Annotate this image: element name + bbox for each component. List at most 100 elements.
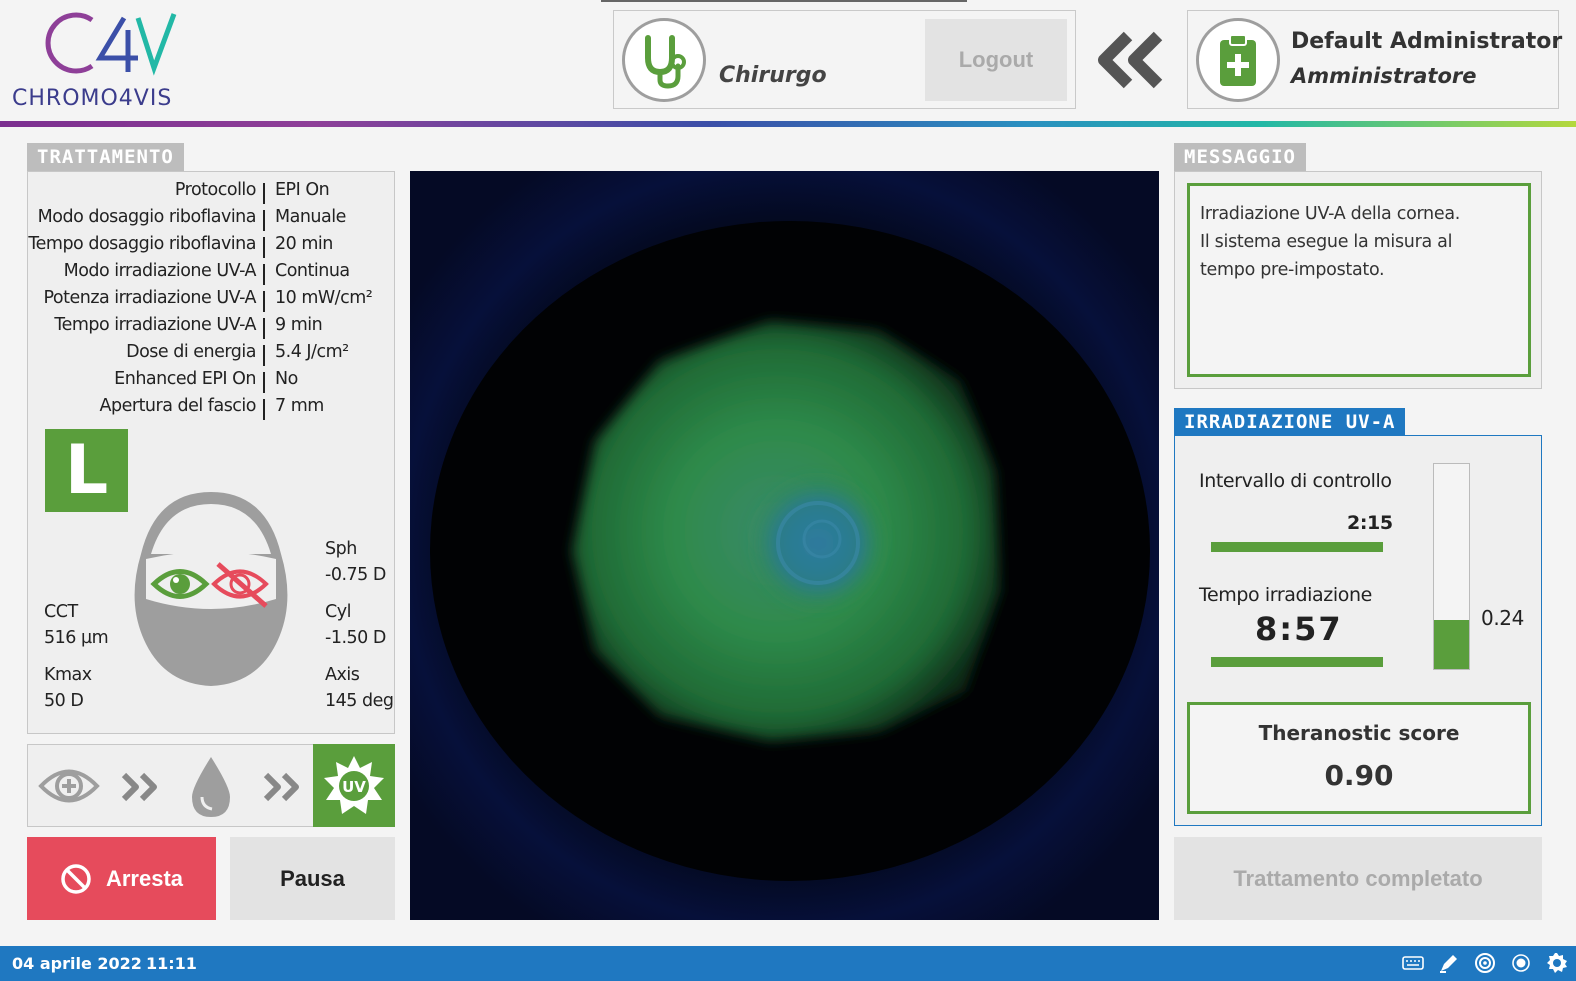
message-line: tempo pre-impostato.: [1200, 260, 1385, 280]
axis-label: Axis: [325, 665, 360, 685]
message-panel: Irradiazione UV-A della cornea. Il siste…: [1174, 171, 1542, 389]
keyboard-icon[interactable]: [1402, 952, 1424, 974]
c4v-logo-mark: [45, 12, 177, 76]
eye-plus-step-icon: [38, 769, 100, 803]
message-text-box: Irradiazione UV-A della cornea. Il siste…: [1187, 183, 1531, 377]
control-interval-label: Intervallo di controllo: [1199, 470, 1392, 492]
irradiation-tab: IRRADIAZIONE UV-A: [1174, 408, 1406, 436]
cornea-fluorescence-image: [410, 171, 1159, 920]
treatment-param-value: Manuale: [275, 207, 346, 227]
row-separator: [263, 345, 265, 366]
brand-name: CHROMO4VIS: [12, 86, 173, 111]
treatment-param-row: Tempo irradiazione UV-A 9 min: [28, 315, 394, 342]
back-double-chevron-icon[interactable]: [1096, 30, 1166, 90]
treatment-param-label: Modo dosaggio riboflavina: [37, 207, 257, 227]
row-separator: [263, 291, 265, 312]
eye-camera-view: [410, 171, 1159, 920]
stop-button-label: Arresta: [105, 865, 184, 891]
treatment-param-row: Enhanced EPI On No: [28, 369, 394, 396]
app-window: CHROMO4VIS Chirurgo Logout Default Admin…: [0, 0, 1576, 981]
treatment-param-row: Tempo dosaggio riboflavina 20 min: [28, 234, 394, 261]
surgeon-avatar: [622, 18, 706, 102]
surgeon-user-box: Chirurgo Logout: [613, 10, 1076, 109]
control-interval-value: 2:15: [1347, 512, 1393, 534]
treatment-param-label: Tempo dosaggio riboflavina: [28, 234, 256, 254]
sph-label: Sph: [325, 539, 357, 559]
dose-level-fill: [1434, 619, 1469, 669]
status-bar: 04 aprile 2022 11:11: [0, 946, 1576, 981]
cct-value: 516 µm: [44, 628, 109, 648]
row-separator: [263, 237, 265, 258]
pen-icon[interactable]: [1438, 952, 1460, 974]
treatment-param-row: Dose di energia 5.4 J/cm²: [28, 342, 394, 369]
uv-step-label: UV: [342, 778, 366, 796]
row-separator: [263, 372, 265, 393]
admin-avatar: [1196, 18, 1280, 102]
pause-button[interactable]: Pausa: [230, 837, 395, 920]
treatment-param-label: Enhanced EPI On: [114, 369, 256, 389]
treatment-param-label: Modo irradiazione UV-A: [63, 261, 257, 281]
header-gradient-divider: [0, 121, 1576, 127]
cct-readout: CCT 516 µm: [44, 599, 109, 651]
eye-side-badge: L: [45, 429, 128, 512]
treatment-tab: TRATTAMENTO: [27, 143, 184, 171]
treatment-param-row: Potenza irradiazione UV-A 10 mW/cm²: [28, 288, 394, 315]
cct-label: CCT: [44, 602, 78, 622]
message-tab: MESSAGGIO: [1174, 143, 1306, 171]
treatment-param-label: Apertura del fascio: [99, 396, 257, 416]
dose-level-value: 0.24: [1481, 606, 1524, 630]
riboflavin-drop-icon: [192, 757, 230, 817]
sph-readout: Sph -0.75 D: [325, 536, 386, 588]
chevron-right-double-icon: [121, 772, 157, 802]
stop-button[interactable]: Arresta: [27, 837, 216, 920]
row-separator: [263, 264, 265, 285]
treatment-param-label: Tempo irradiazione UV-A: [54, 315, 256, 335]
stethoscope-icon: [645, 35, 686, 89]
irradiation-time-progress: [1211, 657, 1383, 667]
treatment-param-value: No: [275, 369, 298, 389]
theranostic-score-value: 0.90: [1324, 759, 1394, 792]
cyl-label: Cyl: [325, 602, 351, 622]
treatment-completed-button[interactable]: Trattamento completato: [1174, 837, 1542, 920]
treatment-param-row: Modo dosaggio riboflavina Manuale: [28, 207, 394, 234]
row-separator: [263, 210, 265, 231]
cyl-readout: Cyl -1.50 D: [325, 599, 386, 651]
kmax-readout: Kmax 50 D: [44, 662, 92, 714]
irradiation-time-label: Tempo irradiazione: [1199, 584, 1372, 606]
settings-gear-icon[interactable]: [1546, 952, 1568, 974]
irradiation-panel: Intervallo di controllo 2:15 Tempo irrad…: [1174, 435, 1542, 826]
chevron-right-double-icon: [263, 772, 299, 802]
treatment-param-label: Potenza irradiazione UV-A: [43, 288, 256, 308]
treatment-param-value: 9 min: [275, 315, 323, 335]
theranostic-score-box: Theranostic score 0.90: [1187, 702, 1531, 814]
logout-button[interactable]: Logout: [925, 19, 1067, 101]
prohibited-icon: [61, 863, 91, 894]
theranostic-score-label: Theranostic score: [1258, 721, 1460, 745]
brightness-icon[interactable]: [1510, 952, 1532, 974]
brand-logo: CHROMO4VIS: [12, 8, 212, 112]
clipboard-medical-icon: [1220, 34, 1256, 86]
status-date: 04 aprile 2022: [12, 954, 142, 973]
kmax-label: Kmax: [44, 665, 92, 685]
status-icons: [1402, 952, 1568, 974]
dose-level-bar: [1433, 463, 1470, 670]
surgeon-role-label: Chirurgo: [719, 63, 827, 88]
irradiation-time-value: 8:57: [1255, 610, 1343, 648]
row-separator: [263, 399, 265, 420]
treatment-param-value: EPI On: [275, 180, 330, 200]
treatment-param-label: Dose di energia: [126, 342, 256, 362]
treatment-param-row: Modo irradiazione UV-A Continua: [28, 261, 394, 288]
target-icon[interactable]: [1474, 952, 1496, 974]
row-separator: [263, 183, 265, 204]
admin-role: Amministratore: [1291, 64, 1477, 88]
treatment-steps-bar: UV: [27, 744, 395, 827]
row-separator: [263, 318, 265, 339]
treatment-param-value: 10 mW/cm²: [275, 288, 373, 308]
admin-user-box[interactable]: Default Administrator Amministratore: [1187, 10, 1563, 109]
axis-value: 145 deg: [325, 691, 394, 711]
admin-name: Default Administrator: [1291, 29, 1563, 54]
status-time: 11:11: [146, 954, 197, 973]
cyl-value: -1.50 D: [325, 628, 386, 648]
treatment-param-value: Continua: [275, 261, 350, 281]
top-tab-indicator: [601, 0, 967, 2]
